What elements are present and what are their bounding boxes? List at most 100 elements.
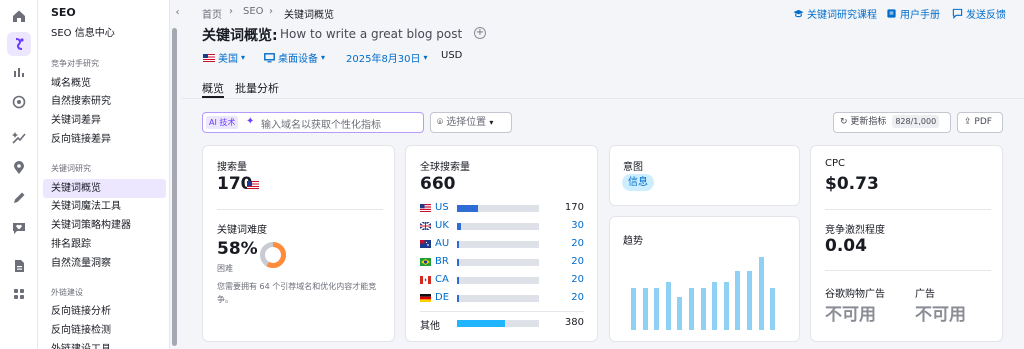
other-countries-row: 其他 380 [420,316,584,332]
breadcrumb-current: 关键词概览 [284,10,334,21]
sidebar-scrollbar[interactable] [171,0,178,349]
other-label: 其他 [420,321,440,332]
us-flag-icon [247,181,259,189]
add-keyword-icon[interactable]: + [474,27,486,39]
country-dropdown[interactable]: 美国 ▾ [203,50,245,65]
breadcrumb-seo[interactable]: SEO [243,6,264,17]
tab-bulk-analysis[interactable]: 批量分析 [235,80,279,96]
country-volume: 170 [564,202,584,213]
home-icon[interactable] [7,4,31,28]
country-code: CA [435,274,449,285]
sidebar-item-backlink-gap[interactable]: 反向链接差异 [43,130,166,149]
icon-rail [0,0,38,349]
share-track [457,223,539,230]
country-volume: 30 [571,220,584,231]
country-row[interactable]: CA 20 [420,273,584,287]
course-link[interactable]: 关键词研究课程 [793,6,877,21]
pen-icon[interactable] [7,186,31,210]
share-fill [457,241,459,248]
shopping-ads-value: 不可用 [825,305,876,325]
location-pin-icon[interactable] [7,156,31,180]
collapse-sidebar-icon[interactable]: ‹ [172,6,183,20]
sidebar-item-backlink-analytics[interactable]: 反向链接分析 [43,302,166,321]
heart-chat-icon[interactable] [7,216,31,240]
sidebar-title: SEO [51,6,76,19]
sidebar-item-position-tracking[interactable]: 排名跟踪 [43,235,166,254]
global-volume-value: 660 [420,174,456,194]
tab-overview[interactable]: 概览 [202,80,224,96]
share-track [457,259,539,266]
sparkle-icon: ✦ [246,116,255,127]
ca-flag-icon [420,276,431,284]
sidebar-item-keyword-overview[interactable]: 关键词概览 [43,179,166,198]
competition-label: 竞争激烈程度 [825,225,885,236]
share-track [457,295,539,302]
trend-bar [724,282,729,330]
sidebar-item-keyword-magic[interactable]: 关键词魔法工具 [43,197,166,216]
country-row[interactable]: BR 20 [420,255,584,269]
chevron-down-icon: ▾ [423,53,428,62]
ads-label: 广告 [915,289,935,300]
share-fill [457,259,459,266]
country-row[interactable]: AU 20 [420,237,584,251]
kd-value: 58% [217,239,258,259]
ai-domain-input[interactable]: AI 技术 ✦ 输入域名以获取个性化指标 [202,112,424,133]
sidebar-section-keyword: 关键词研究 [51,164,91,173]
update-count-badge: 828/1,000 [892,115,940,128]
location-pin-icon: ⌾ [437,117,443,128]
global-volume-label: 全球搜索量 [420,162,470,173]
trend-bar [689,288,694,330]
volume-label: 搜索量 [217,162,247,173]
sidebar-item-organic-research[interactable]: 自然搜索研究 [43,92,166,111]
update-metrics-button[interactable]: ↻ 更新指标 828/1,000 [833,112,951,133]
location-select[interactable]: ⌾ 选择位置 ▾ [430,112,512,133]
card-divider [825,270,991,271]
document-icon[interactable] [7,254,31,278]
bar-chart-icon[interactable] [7,60,31,84]
trend-bar [770,288,775,330]
share-track [457,241,539,248]
apps-grid-icon[interactable] [7,282,31,306]
shopping-ads-label: 谷歌购物广告 [825,289,885,300]
sidebar-scrollbar-thumb[interactable] [172,28,177,346]
country-row[interactable]: US 170 [420,201,584,215]
intent-badge[interactable]: 信息 [622,174,654,191]
export-pdf-button[interactable]: ⇪ PDF [957,112,1003,133]
sidebar-item-strategy-builder[interactable]: 关键词策略构建器 [43,216,166,235]
country-code: DE [435,292,450,303]
card-divider [420,311,584,312]
sidebar-item-organic-insights[interactable]: 自然流量洞察 [43,254,166,273]
book-icon [887,9,896,18]
date-dropdown[interactable]: 2025年8月30日 ▾ [346,50,428,65]
share-track [457,320,539,327]
sidebar-item-domain-overview[interactable]: 域名概览 [43,74,166,93]
intent-label: 意图 [623,162,643,173]
sparkle-chart-icon[interactable] [7,126,31,150]
trend-bar [701,288,706,330]
sidebar-item-keyword-gap[interactable]: 关键词差异 [43,111,166,130]
cpc-label: CPC [825,158,845,169]
ai-badge: AI 技术 [206,116,239,129]
sidebar-item-seo-center[interactable]: SEO 信息中心 [43,24,166,43]
us-flag-icon [420,204,431,212]
send-feedback-link[interactable]: 发送反馈 [952,6,1006,21]
kd-level: 困难 [217,264,233,273]
seo-icon[interactable] [7,32,31,56]
device-dropdown[interactable]: 桌面设备 ▾ [264,50,325,65]
trend-label: 趋势 [623,236,643,247]
upload-icon: ⇪ [964,117,972,127]
sidebar-item-backlink-audit[interactable]: 反向链接检测 [43,321,166,340]
trend-bar [643,288,648,330]
de-flag-icon [420,294,431,302]
country-row[interactable]: UK 30 [420,219,584,233]
kd-note-line-2: 争。 [217,295,233,304]
user-manual-link[interactable]: 用户手册 [886,6,940,21]
uk-flag-icon [420,222,431,230]
monitor-icon [264,52,275,62]
target-icon[interactable] [7,90,31,114]
breadcrumb-home[interactable]: 首页 [202,6,222,21]
country-row[interactable]: DE 20 [420,291,584,305]
sidebar-item-link-building[interactable]: 外链建设工具 [43,340,166,349]
country-volume: 20 [571,238,584,249]
trend-bar [747,271,752,330]
